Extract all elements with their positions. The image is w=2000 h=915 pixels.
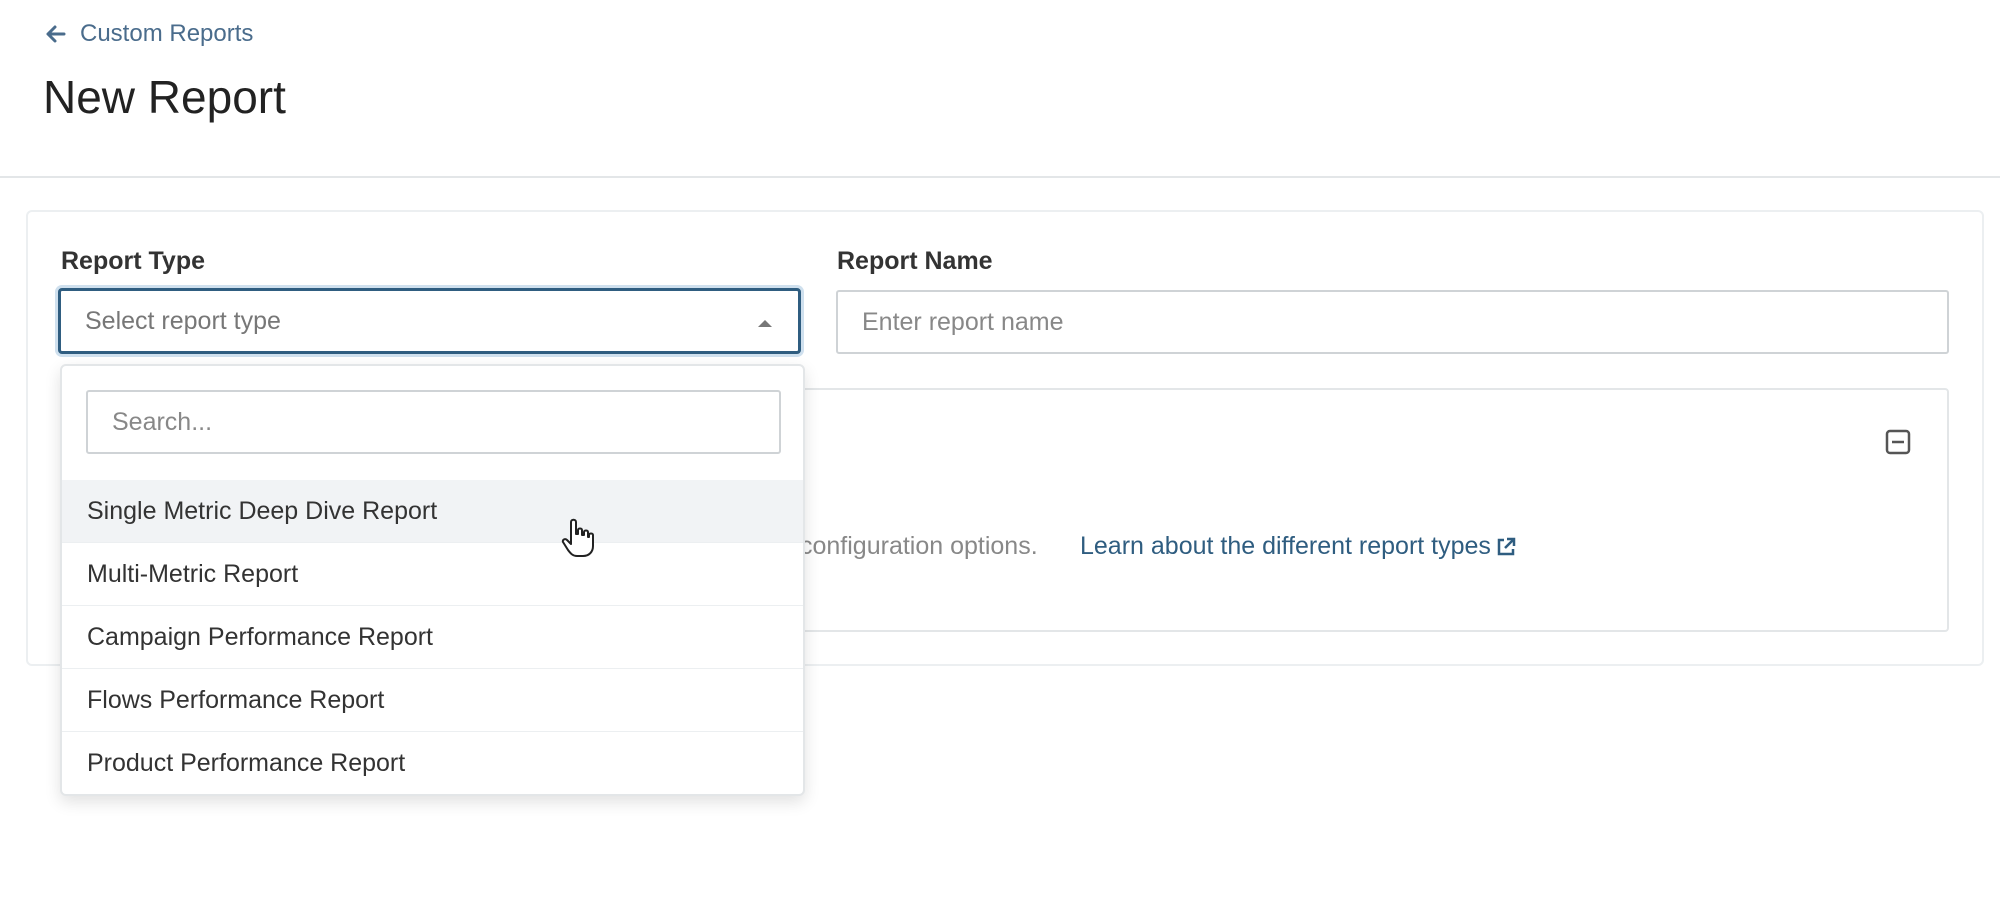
report-type-dropdown: Single Metric Deep Dive Report Multi-Met… — [60, 364, 805, 796]
dropdown-search-input[interactable] — [86, 390, 781, 454]
option-multi-metric[interactable]: Multi-Metric Report — [62, 543, 803, 606]
info-text: configuration options. — [800, 532, 1038, 560]
option-product-performance[interactable]: Product Performance Report — [62, 732, 803, 795]
options-list: Single Metric Deep Dive Report Multi-Met… — [62, 480, 803, 795]
report-type-placeholder: Select report type — [85, 306, 281, 335]
report-name-input[interactable] — [836, 290, 1949, 354]
report-types-link-label[interactable]: Learn about the different report types — [1080, 532, 1491, 561]
caret-up-icon — [758, 320, 772, 327]
info-panel — [770, 388, 1949, 632]
page-header: Custom Reports New Report — [0, 0, 2000, 178]
report-types-link[interactable]: Learn about the different report types — [1080, 532, 1517, 561]
page-title: New Report — [43, 71, 286, 123]
report-type-select[interactable]: Select report type — [58, 288, 801, 354]
breadcrumb-label[interactable]: Custom Reports — [80, 20, 253, 48]
option-campaign-performance[interactable]: Campaign Performance Report — [62, 606, 803, 669]
report-name-label: Report Name — [837, 247, 993, 275]
external-link-icon — [1497, 537, 1516, 555]
collapse-icon[interactable] — [1884, 428, 1912, 456]
option-single-metric-deep-dive[interactable]: Single Metric Deep Dive Report — [62, 480, 803, 543]
arrow-left-icon — [46, 25, 66, 43]
report-type-label: Report Type — [61, 247, 205, 275]
option-flows-performance[interactable]: Flows Performance Report — [62, 669, 803, 732]
breadcrumb[interactable]: Custom Reports — [44, 20, 253, 48]
